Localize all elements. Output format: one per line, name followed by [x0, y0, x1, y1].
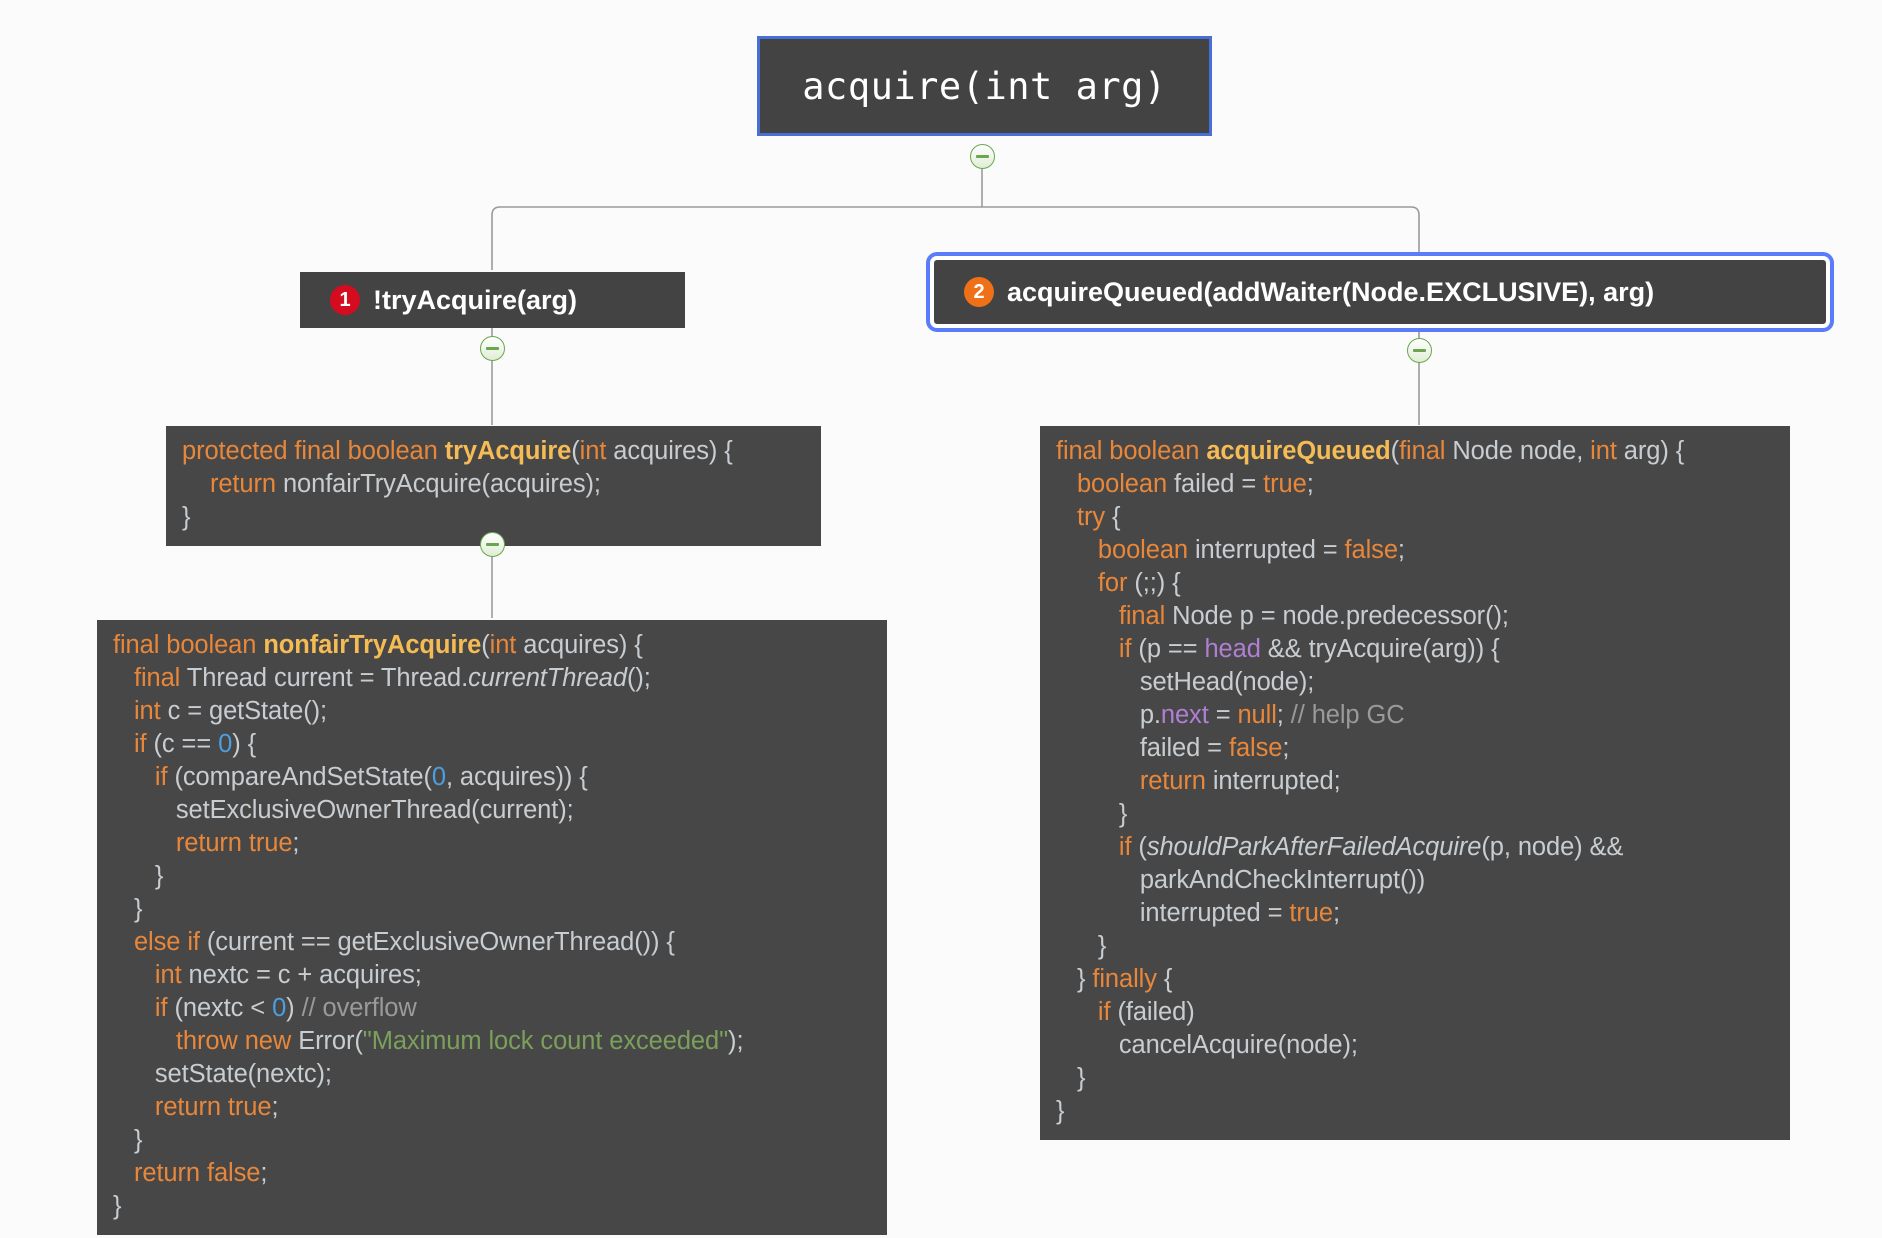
branch-node-acquire-queued[interactable]: 2 acquireQueued(addWaiter(Node.EXCLUSIVE…	[926, 252, 1834, 332]
code-line: }	[113, 1126, 143, 1154]
code-line: else if (current == getExclusiveOwnerThr…	[133, 928, 675, 956]
code-line: boolean interrupted = false;	[1097, 536, 1405, 564]
code-line: return true;	[175, 829, 300, 857]
code-line: int c = getState();	[133, 697, 327, 725]
code-line: setState(nextc);	[113, 1060, 332, 1088]
code-line: return nonfairTryAcquire(acquires);	[209, 470, 601, 498]
code-line: failed = false;	[1056, 734, 1290, 762]
nonfair-toggle-collapse-icon[interactable]	[480, 532, 505, 557]
code-block-acquire-queued[interactable]: final boolean acquireQueued(final Node n…	[1040, 426, 1790, 1140]
branch-node-1-label: !tryAcquire(arg)	[373, 284, 578, 315]
code-line: }	[1056, 1064, 1086, 1092]
code-line: if (compareAndSetState(0, acquires)) {	[154, 763, 588, 791]
step-badge-2: 2	[964, 277, 994, 307]
code-line: boolean failed = true;	[1076, 470, 1314, 498]
branch-node-2-label: acquireQueued(addWaiter(Node.EXCLUSIVE),…	[1007, 276, 1655, 307]
code-line: interrupted = true;	[1056, 899, 1340, 927]
code-line: setHead(node);	[1056, 668, 1315, 696]
step-badge-1: 1	[330, 285, 360, 315]
code-line: throw new Error("Maximum lock count exce…	[175, 1027, 744, 1055]
root-toggle-collapse-icon[interactable]	[970, 144, 995, 169]
code-line: setExclusiveOwnerThread(current);	[113, 796, 574, 824]
code-line: if (failed)	[1097, 998, 1195, 1026]
code-line: if (shouldParkAfterFailedAcquire(p, node…	[1118, 833, 1624, 861]
try-acquire-toggle-collapse-icon[interactable]	[480, 336, 505, 361]
code-line: final Thread current = Thread.currentThr…	[133, 664, 651, 692]
code-line: try {	[1076, 503, 1121, 531]
code-line: protected final boolean tryAcquire(int a…	[182, 437, 733, 465]
root-node-label: acquire(int arg)	[802, 64, 1167, 108]
code-line: final boolean nonfairTryAcquire(int acqu…	[113, 631, 643, 659]
code-line: }	[113, 1192, 122, 1220]
code-line: p.next = null; // help GC	[1056, 701, 1405, 729]
code-line: } finally {	[1056, 965, 1173, 993]
code-line: final Node p = node.predecessor();	[1118, 602, 1509, 630]
code-line: }	[1056, 800, 1128, 828]
code-block-try-acquire[interactable]: protected final boolean tryAcquire(int a…	[166, 426, 821, 546]
code-line: return true;	[154, 1093, 279, 1121]
branch-node-try-acquire[interactable]: 1 !tryAcquire(arg)	[300, 272, 685, 328]
code-line: cancelAcquire(node);	[1056, 1031, 1358, 1059]
code-line: }	[113, 895, 143, 923]
code-line: return interrupted;	[1139, 767, 1341, 795]
code-line: if (c == 0) {	[133, 730, 257, 758]
code-line: if (nextc < 0) // overflow	[154, 994, 417, 1022]
code-line: for (;;) {	[1097, 569, 1181, 597]
diagram-canvas: acquire(int arg) 1 !tryAcquire(arg) 2 ac…	[0, 0, 1882, 1238]
code-line: return false;	[133, 1159, 268, 1187]
code-line: }	[1056, 932, 1107, 960]
code-line: parkAndCheckInterrupt())	[1056, 866, 1426, 894]
code-line: }	[1056, 1097, 1065, 1125]
code-line: }	[113, 862, 164, 890]
code-line: if (p == head && tryAcquire(arg)) {	[1118, 635, 1500, 663]
code-line: }	[182, 503, 191, 531]
acquire-queued-toggle-collapse-icon[interactable]	[1407, 338, 1432, 363]
root-node-acquire[interactable]: acquire(int arg)	[757, 36, 1212, 136]
code-line: int nextc = c + acquires;	[154, 961, 422, 989]
code-block-nonfair-try-acquire[interactable]: final boolean nonfairTryAcquire(int acqu…	[97, 620, 887, 1235]
code-line: final boolean acquireQueued(final Node n…	[1056, 437, 1685, 465]
